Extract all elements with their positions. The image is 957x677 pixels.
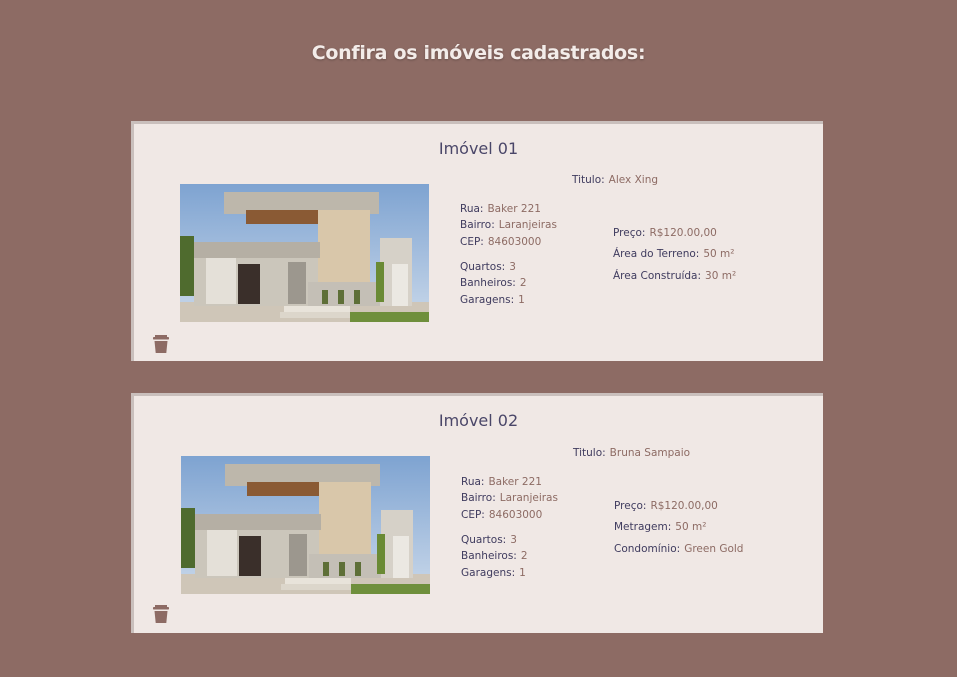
rua-label: Rua: xyxy=(460,203,484,215)
area-terreno-field: Área do Terreno: 50 m² xyxy=(613,248,734,260)
rua-field: Rua: Baker 221 xyxy=(460,203,541,215)
condominio-field: Condomínio: Green Gold xyxy=(614,543,743,555)
trash-icon[interactable] xyxy=(152,334,170,354)
area-construida-field: Área Construída: 30 m² xyxy=(613,270,736,282)
titulo-value: Bruna Sampaio xyxy=(609,447,691,459)
preco-value: R$120.00,00 xyxy=(650,500,718,512)
condominio-value: Green Gold xyxy=(684,543,744,555)
banheiros-value: 2 xyxy=(520,550,528,562)
metragem-value: 50 m² xyxy=(675,521,707,533)
quartos-value: 3 xyxy=(510,534,517,546)
property-title: Imóvel 02 xyxy=(438,411,519,430)
page-title: Confira os imóveis cadastrados: xyxy=(311,42,646,64)
garagens-field: Garagens: 1 xyxy=(460,294,525,306)
banheiros-field: Banheiros: 2 xyxy=(460,277,527,289)
cep-field: CEP: 84603000 xyxy=(460,236,541,248)
property-title: Imóvel 01 xyxy=(438,139,519,158)
banheiros-field: Banheiros: 2 xyxy=(461,550,528,562)
preco-field: Preço: R$120.00,00 xyxy=(613,227,717,239)
trash-icon[interactable] xyxy=(152,604,170,624)
preco-field: Preço: R$120.00,00 xyxy=(614,500,718,512)
bairro-label: Bairro: xyxy=(461,492,496,504)
quartos-value: 3 xyxy=(509,261,516,273)
cep-label: CEP: xyxy=(460,236,484,248)
titulo-label: Titulo: xyxy=(573,447,606,459)
condominio-label: Condomínio: xyxy=(614,543,681,555)
preco-label: Preço: xyxy=(613,227,646,239)
area-terreno-value: 50 m² xyxy=(703,248,735,260)
bairro-field: Bairro: Laranjeiras xyxy=(461,492,558,504)
bairro-value: Laranjeiras xyxy=(499,492,558,504)
banheiros-value: 2 xyxy=(519,277,527,289)
quartos-field: Quartos: 3 xyxy=(460,261,516,273)
area-construida-label: Área Construída: xyxy=(613,270,702,282)
cep-label: CEP: xyxy=(461,509,485,521)
titulo-value: Alex Xing xyxy=(608,174,659,186)
cep-value: 84603000 xyxy=(487,236,542,248)
metragem-label: Metragem: xyxy=(614,521,672,533)
cep-field: CEP: 84603000 xyxy=(461,509,542,521)
cep-value: 84603000 xyxy=(488,509,543,521)
property-photo xyxy=(180,184,429,322)
bairro-label: Bairro: xyxy=(460,219,495,231)
garagens-value: 1 xyxy=(519,567,526,579)
rua-value: Baker 221 xyxy=(487,203,541,215)
property-card: Imóvel 01 Titulo: Alex Xing Rua: Baker 2… xyxy=(131,121,823,361)
garagens-value: 1 xyxy=(518,294,525,306)
property-photo xyxy=(181,456,430,594)
banheiros-label: Banheiros: xyxy=(460,277,516,289)
titulo-field: Titulo: Alex Xing xyxy=(572,174,658,186)
preco-label: Preço: xyxy=(614,500,647,512)
preco-value: R$120.00,00 xyxy=(649,227,717,239)
area-terreno-label: Área do Terreno: xyxy=(613,248,700,260)
rua-value: Baker 221 xyxy=(488,476,542,488)
metragem-field: Metragem: 50 m² xyxy=(614,521,706,533)
rua-field: Rua: Baker 221 xyxy=(461,476,542,488)
garagens-field: Garagens: 1 xyxy=(461,567,526,579)
bairro-value: Laranjeiras xyxy=(498,219,557,231)
rua-label: Rua: xyxy=(461,476,485,488)
area-construida-value: 30 m² xyxy=(705,270,737,282)
garagens-label: Garagens: xyxy=(460,294,515,306)
titulo-field: Titulo: Bruna Sampaio xyxy=(573,447,690,459)
garagens-label: Garagens: xyxy=(461,567,516,579)
banheiros-label: Banheiros: xyxy=(461,550,517,562)
titulo-label: Titulo: xyxy=(572,174,605,186)
quartos-label: Quartos: xyxy=(461,534,507,546)
bairro-field: Bairro: Laranjeiras xyxy=(460,219,557,231)
property-card: Imóvel 02 Titulo: Bruna Sampaio Rua: Bak… xyxy=(131,393,823,633)
quartos-label: Quartos: xyxy=(460,261,506,273)
quartos-field: Quartos: 3 xyxy=(461,534,517,546)
